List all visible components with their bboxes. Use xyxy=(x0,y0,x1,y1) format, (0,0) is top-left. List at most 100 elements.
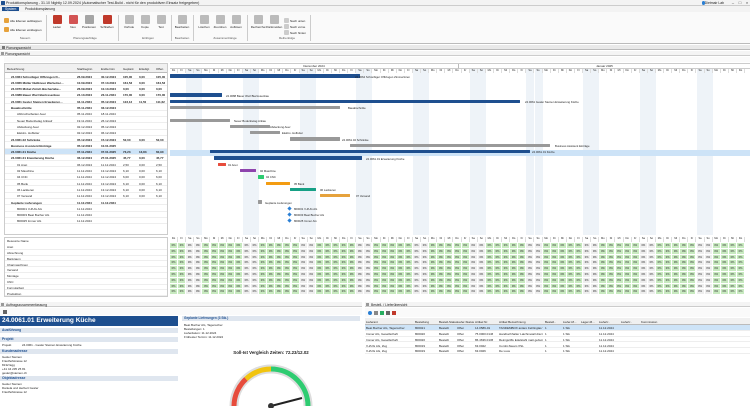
gantt-bar[interactable] xyxy=(218,162,226,166)
orders-column-header[interactable]: Lager-M... xyxy=(581,320,595,324)
orders-column-header[interactable]: Liefer-M... xyxy=(563,320,577,324)
text-button[interactable]: Text xyxy=(152,14,170,36)
orders-column-header[interactable]: Artikel Nr. xyxy=(475,320,488,324)
gantt-bar-label: 01 Anet xyxy=(228,162,238,167)
menu-system[interactable]: System xyxy=(2,6,20,12)
milestone-label: 800001 V-ZUG AG xyxy=(294,206,318,211)
day-header: Fr xyxy=(632,68,640,73)
day-header: Fr xyxy=(235,68,243,73)
gantt-bar-label: Bauabschnitte xyxy=(348,106,366,111)
print-icon[interactable] xyxy=(386,310,390,315)
document-tab-label: Planungsansicht xyxy=(6,45,31,50)
orders-column-header[interactable]: Artikel Bezeichnung xyxy=(499,320,526,324)
report-back-button[interactable]: Rückmelden xyxy=(265,14,283,36)
orders-column-header[interactable]: Bestellung xyxy=(415,320,429,324)
print-icon[interactable] xyxy=(3,309,7,314)
gantt-bar-label: 05 Bank xyxy=(294,181,305,186)
section-objektadresse: Objektadresse xyxy=(0,376,178,381)
gantt-bar[interactable] xyxy=(230,124,270,129)
close-order-button[interactable]: Schließen xyxy=(98,14,116,36)
pin-icon[interactable] xyxy=(1,52,4,55)
gantt-bar[interactable] xyxy=(258,175,264,179)
milestone-diamond[interactable] xyxy=(287,218,292,223)
document-icon xyxy=(1,46,5,49)
gantt-bar[interactable] xyxy=(210,150,530,154)
resource-day-header: Mi xyxy=(672,237,681,242)
day-header: Do xyxy=(397,68,405,73)
day-header: Fr xyxy=(178,68,187,73)
project-value: 24.0061 - Gesler Steinen Erweiterung Küc… xyxy=(22,343,82,347)
utilization-cell: 0% xyxy=(526,289,535,296)
positions-button[interactable]: Positionen xyxy=(80,14,98,36)
orders-column-header[interactable]: Kommission xyxy=(641,320,657,324)
utilization-cell: 0% xyxy=(542,289,551,296)
gantt-bar[interactable] xyxy=(170,99,520,103)
user-icon[interactable] xyxy=(701,1,705,5)
orders-column-header[interactable]: Lieferant xyxy=(366,320,378,324)
grid-row[interactable]: 800025 Immer AG 11.12.2024 xyxy=(5,218,167,225)
resource-day-header: Fr xyxy=(405,237,413,242)
day-header: Fr xyxy=(462,68,470,73)
deliveries-panel: Geplante Lieferungen (3 Stk.) Beat Buche… xyxy=(182,316,362,408)
day-header: Di xyxy=(664,68,673,73)
pin-icon[interactable] xyxy=(366,303,369,306)
refresh-icon[interactable] xyxy=(368,310,372,315)
edit-button[interactable]: Bearbeiten xyxy=(173,14,191,36)
filter-icon[interactable] xyxy=(374,310,378,315)
utilization-cell: 0% xyxy=(323,289,332,296)
resource-day-header: Mi xyxy=(275,237,284,242)
orders-column-header[interactable]: Bestell-Status xyxy=(439,320,458,324)
settings-icon[interactable] xyxy=(392,310,396,315)
gantt-bar[interactable] xyxy=(170,74,360,78)
gantt-bar[interactable] xyxy=(350,143,550,148)
dissolve-button[interactable]: Auflösen xyxy=(227,14,245,36)
orders-column-header[interactable]: Liefertr.. xyxy=(599,320,610,324)
gantt-bar[interactable] xyxy=(290,137,340,141)
milestone-diamond[interactable] xyxy=(287,212,292,217)
collapse-all-button[interactable]: Alle Ebenen einklappen xyxy=(4,24,42,35)
resource-day-header: So xyxy=(705,237,713,242)
resource-day-header: Do xyxy=(510,237,519,242)
day-header: Mi xyxy=(672,68,681,73)
summary-title: 24.0061.01 Erweiterung Küche xyxy=(0,316,178,326)
resource-day-header: Mi xyxy=(729,237,737,242)
orders-column-header[interactable]: Bestell.. xyxy=(545,320,556,324)
gantt-bar[interactable] xyxy=(250,131,280,135)
document-tab[interactable]: Planungsansicht xyxy=(0,45,750,50)
utilization-cell: 0% xyxy=(575,289,584,296)
orders-column-header[interactable]: Liefertr.. xyxy=(621,320,632,324)
gantt-bar[interactable] xyxy=(266,181,290,185)
orders-column-header[interactable]: Liefer-Status xyxy=(457,320,474,324)
menu-produktionsplanung[interactable]: Produktionsplanung xyxy=(22,7,58,12)
utilization-cell: 0% xyxy=(332,289,341,296)
gantt-bar[interactable] xyxy=(170,93,222,97)
pin-icon[interactable] xyxy=(1,303,4,306)
user-name: Dietmair Lab xyxy=(704,1,724,6)
gantt-bar[interactable] xyxy=(214,156,362,160)
gantt-bar[interactable] xyxy=(320,194,350,198)
export-icon[interactable] xyxy=(380,310,384,315)
group-reihenfolge: Reihenfolge xyxy=(278,36,295,40)
day-header: Fr xyxy=(292,68,300,73)
resource-day-header: Sa xyxy=(640,237,648,242)
day-header: Mi xyxy=(389,68,397,73)
day-header: Mo xyxy=(373,68,381,73)
utilization-cell: 0% xyxy=(680,289,689,296)
gantt-bar[interactable] xyxy=(170,105,340,110)
toolbar-strip xyxy=(4,57,750,62)
gantt-bar[interactable] xyxy=(240,168,256,173)
gantt-bar[interactable] xyxy=(290,187,316,192)
order-grid: Bezeichnung Startbeginn Endtermin Geplan… xyxy=(4,63,168,235)
gauge-chart xyxy=(229,364,313,408)
gantt-bar-label: 07 Versand xyxy=(356,194,371,199)
utilization-cell: 0% xyxy=(275,289,284,296)
gantt-bar[interactable] xyxy=(170,118,230,122)
milestone-diamond[interactable] xyxy=(287,206,292,211)
orders-row[interactable]: V-ZUG AG, Zug 800019 Bestellt Offen 63.0026 D… xyxy=(365,348,750,354)
resource-day-header: Mi xyxy=(502,237,511,242)
resource-day-header: Fr xyxy=(292,237,300,242)
utilization-cell: 0% xyxy=(623,289,632,296)
gantt-bar[interactable] xyxy=(258,200,262,204)
resource-row[interactable]: Produktion xyxy=(5,290,167,296)
orders-table: Lieferant Bestellung Bestell-Status Liefer-… xyxy=(365,318,750,368)
